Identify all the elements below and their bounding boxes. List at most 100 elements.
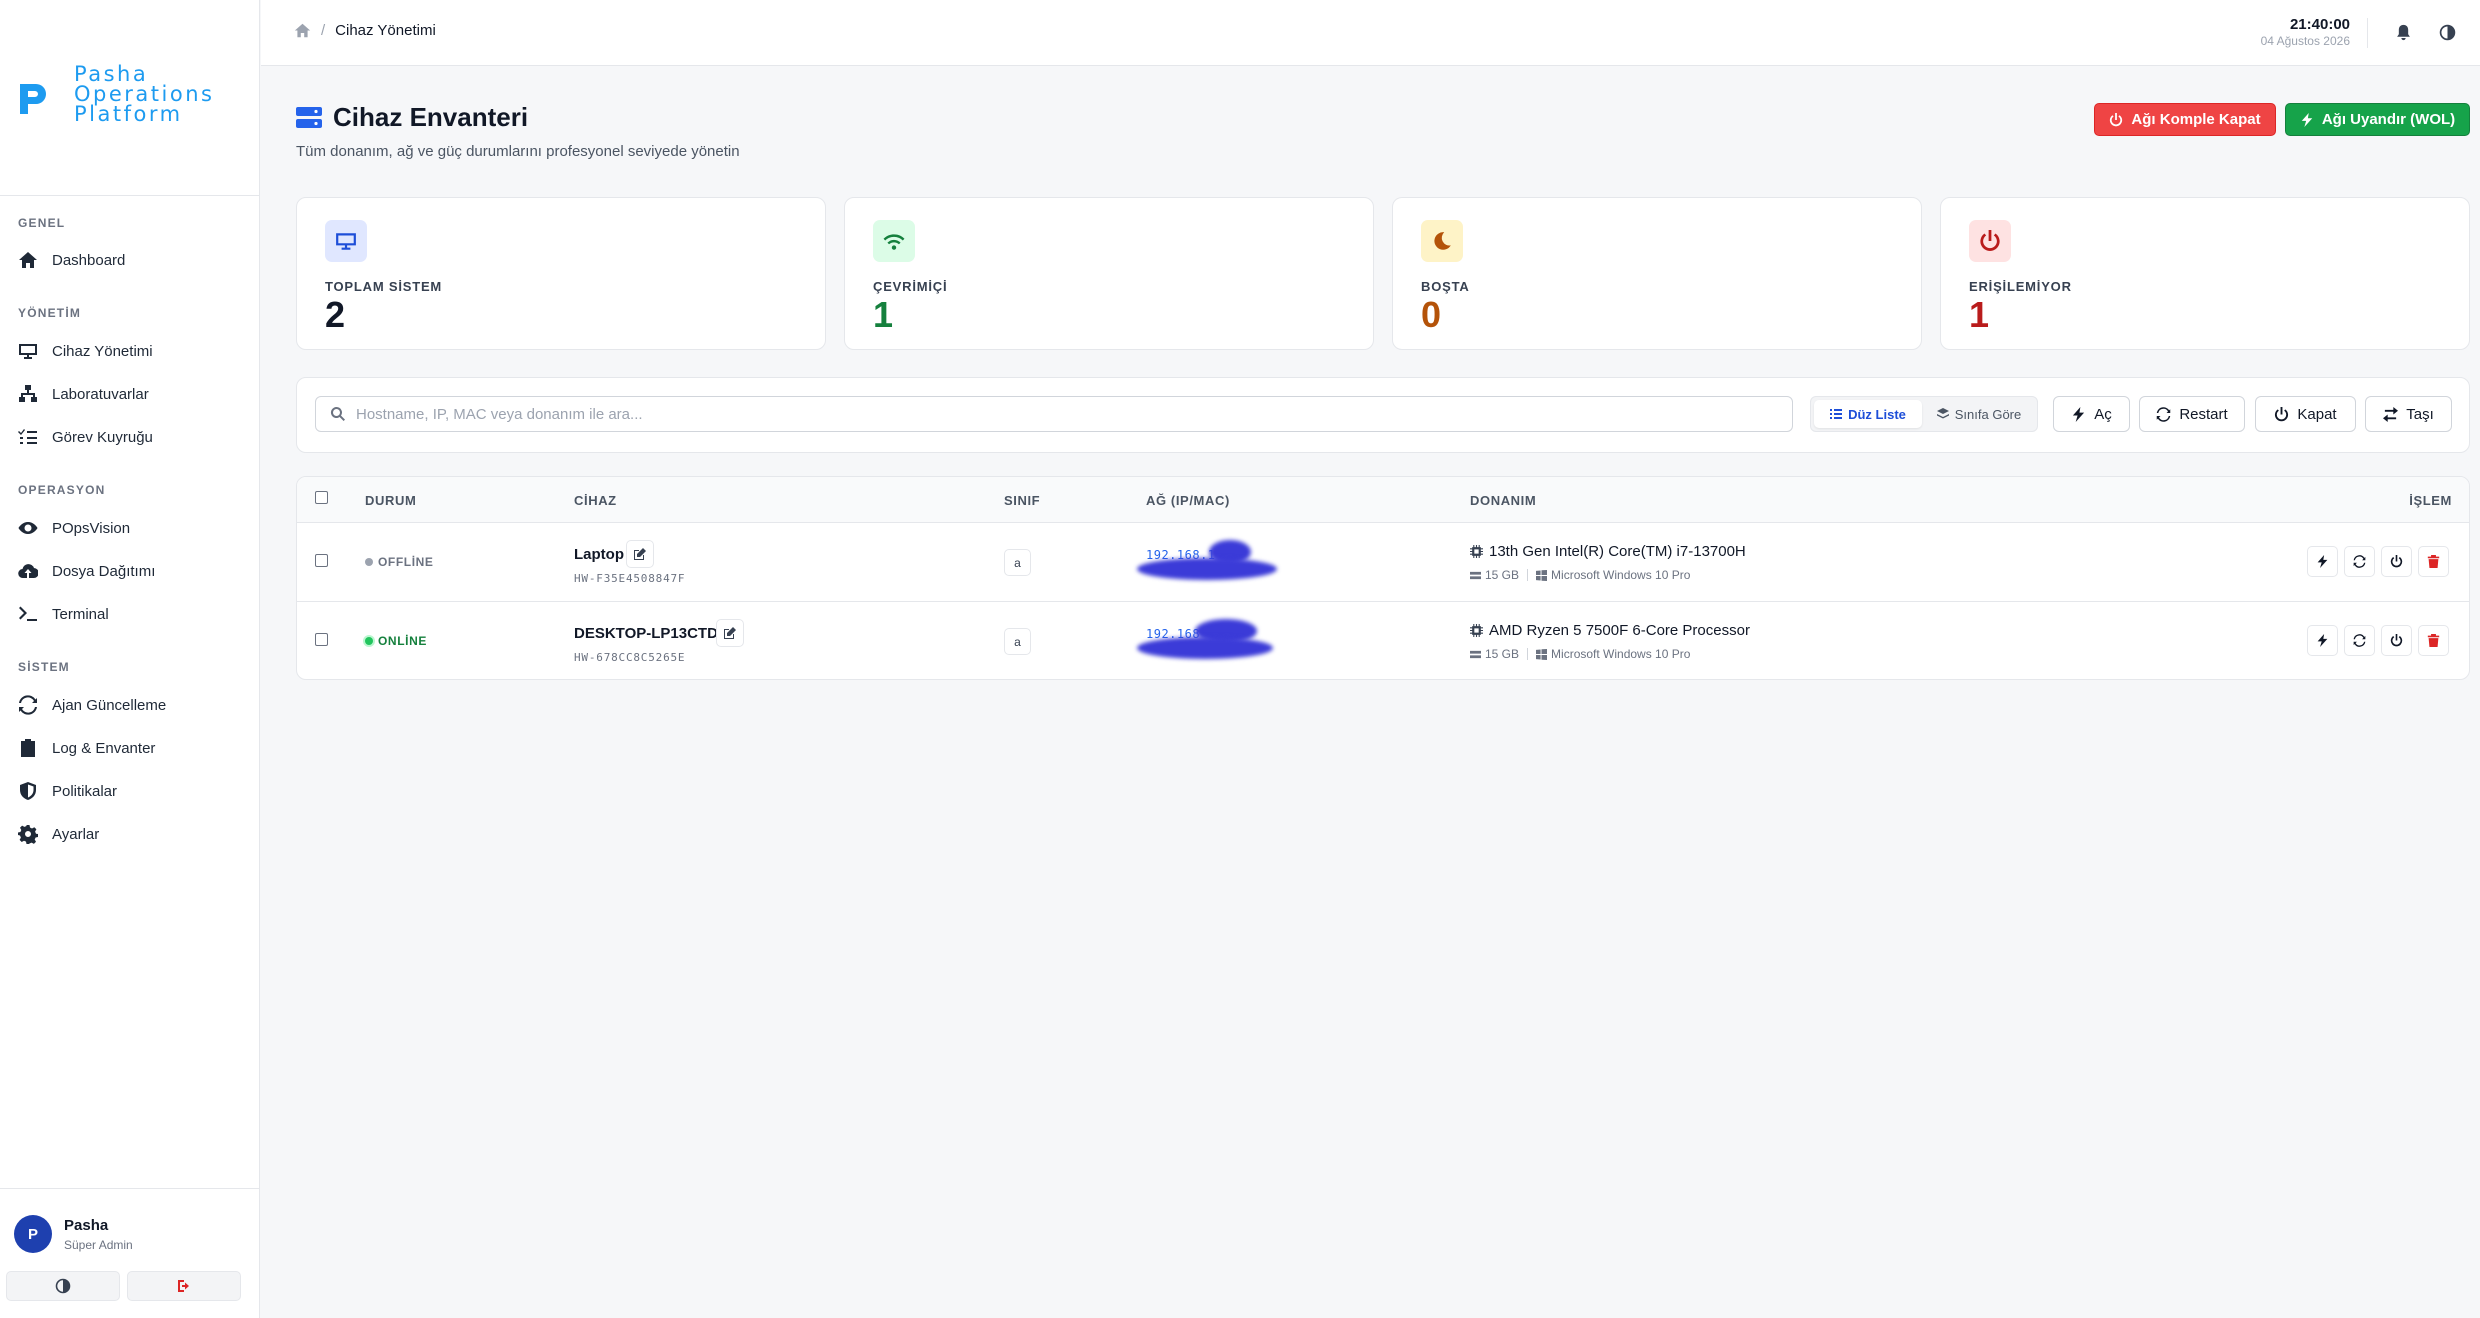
power-on-button[interactable]: Aç bbox=[2053, 396, 2130, 432]
sidebar-item-popsvision[interactable]: POpsVision bbox=[18, 511, 248, 545]
sidebar-item-dashboard[interactable]: Dashboard bbox=[18, 243, 248, 277]
breadcrumb-current: Cihaz Yönetimi bbox=[335, 22, 436, 39]
stat-card-unreachable: ERİŞİLEMİYOR 1 bbox=[1940, 197, 2470, 350]
bolt-icon bbox=[2317, 555, 2328, 568]
row-delete-button[interactable] bbox=[2418, 546, 2449, 577]
stat-icon-wrap bbox=[1969, 220, 2011, 262]
search-icon bbox=[330, 406, 345, 421]
contrast-icon bbox=[2439, 24, 2455, 40]
clock-date: 04 Ağustos 2026 bbox=[2260, 34, 2350, 48]
row-power-on-button[interactable] bbox=[2307, 625, 2338, 656]
meta-divider bbox=[1527, 569, 1529, 581]
brand-name: Pasha Operations Platform bbox=[74, 62, 215, 126]
status-dot bbox=[365, 558, 373, 566]
sidebar-item-gorev-kuyrugu[interactable]: Görev Kuyruğu bbox=[18, 420, 248, 454]
stat-label: ERİŞİLEMİYOR bbox=[1969, 279, 2072, 294]
row-power-on-button[interactable] bbox=[2307, 546, 2338, 577]
sidebar-item-log-envanter[interactable]: Log & Envanter bbox=[18, 731, 248, 765]
nav-section-sistem: SİSTEM bbox=[18, 660, 70, 674]
theme-toggle-button[interactable] bbox=[6, 1271, 120, 1301]
cpu-icon bbox=[1470, 624, 1483, 637]
sidebar-item-ayarlar[interactable]: Ayarlar bbox=[18, 817, 248, 851]
wake-on-lan-button[interactable]: Ağı Uyandır (WOL) bbox=[2285, 103, 2470, 136]
memory-icon bbox=[1470, 571, 1481, 579]
eye-icon bbox=[18, 522, 38, 534]
column-header-network[interactable]: AĞ (IP/MAC) bbox=[1146, 493, 1230, 508]
column-header-hardware[interactable]: DONANIM bbox=[1470, 493, 1536, 508]
row-power-off-button[interactable] bbox=[2381, 546, 2412, 577]
network-icon bbox=[19, 385, 37, 402]
device-name: DESKTOP-LP13CTD bbox=[574, 625, 718, 642]
brand-logo-icon bbox=[20, 84, 46, 114]
brand[interactable]: Pasha Operations Platform bbox=[0, 0, 259, 196]
column-header-actions: İŞLEM bbox=[2409, 493, 2452, 508]
memory-icon bbox=[1470, 650, 1481, 658]
shutdown-all-button[interactable]: Ağı Komple Kapat bbox=[2094, 103, 2276, 136]
sidebar-item-politikalar[interactable]: Politikalar bbox=[18, 774, 248, 808]
class-badge[interactable]: a bbox=[1004, 628, 1031, 655]
row-checkbox[interactable] bbox=[315, 554, 328, 567]
sidebar-item-cihaz-yonetimi[interactable]: Cihaz Yönetimi bbox=[18, 334, 248, 368]
device-cpu: 13th Gen Intel(R) Core(TM) i7-13700H bbox=[1470, 543, 1746, 560]
stat-value: 1 bbox=[1969, 294, 1990, 335]
stat-value: 0 bbox=[1421, 294, 1442, 335]
home-icon[interactable] bbox=[294, 22, 311, 39]
avatar[interactable]: P bbox=[14, 1215, 52, 1253]
class-badge[interactable]: a bbox=[1004, 549, 1031, 576]
edit-icon bbox=[634, 548, 646, 560]
select-all-checkbox[interactable] bbox=[315, 491, 328, 504]
restart-button[interactable]: Restart bbox=[2139, 396, 2245, 432]
sidebar-item-terminal[interactable]: Terminal bbox=[18, 597, 248, 631]
notifications-button[interactable] bbox=[2392, 21, 2414, 43]
power-icon bbox=[1980, 230, 2000, 251]
stat-icon-wrap bbox=[1421, 220, 1463, 262]
row-checkbox[interactable] bbox=[315, 633, 328, 646]
sidebar-item-dosya-dagitimi[interactable]: Dosya Dağıtımı bbox=[18, 554, 248, 588]
power-icon bbox=[2390, 634, 2403, 647]
view-class-button[interactable]: Sınıfa Göre bbox=[1925, 400, 2033, 428]
home-icon bbox=[19, 252, 37, 268]
search-input[interactable] bbox=[356, 405, 1756, 423]
view-list-button[interactable]: Düz Liste bbox=[1814, 400, 1922, 428]
move-button[interactable]: Taşı bbox=[2365, 396, 2452, 432]
bolt-icon bbox=[2317, 634, 2328, 647]
stat-label: BOŞTA bbox=[1421, 279, 1470, 294]
sync-icon bbox=[19, 695, 37, 715]
table-row[interactable]: ONLİNE DESKTOP-LP13CTD HW-678CC8C5265E a… bbox=[297, 603, 2469, 679]
list-icon bbox=[1830, 409, 1843, 419]
table-row[interactable]: OFFLİNE Laptop HW-F35E4508847F a 192.168… bbox=[297, 524, 2469, 602]
terminal-icon bbox=[19, 606, 37, 621]
device-name: Laptop bbox=[574, 546, 624, 563]
power-icon bbox=[2275, 406, 2289, 421]
power-off-button[interactable]: Kapat bbox=[2255, 396, 2356, 432]
device-hardware-meta: 15 GB Microsoft Windows 10 Pro bbox=[1470, 568, 1690, 582]
column-header-class[interactable]: SINIF bbox=[1004, 493, 1040, 508]
status-badge: OFFLİNE bbox=[365, 555, 434, 569]
edit-device-button[interactable] bbox=[716, 619, 744, 647]
column-header-device[interactable]: CİHAZ bbox=[574, 493, 617, 508]
row-restart-button[interactable] bbox=[2344, 625, 2375, 656]
sidebar: Pasha Operations Platform GENEL Dashboar… bbox=[0, 0, 260, 1318]
row-restart-button[interactable] bbox=[2344, 546, 2375, 577]
device-cpu: AMD Ryzen 5 7500F 6-Core Processor bbox=[1470, 622, 1750, 639]
device-hardware-meta: 15 GB Microsoft Windows 10 Pro bbox=[1470, 647, 1690, 661]
theme-toggle-topbar-button[interactable] bbox=[2436, 21, 2458, 43]
stat-card-online: ÇEVRİMİÇİ 1 bbox=[844, 197, 1374, 350]
bolt-icon bbox=[2073, 406, 2085, 422]
sidebar-item-ajan-guncelleme[interactable]: Ajan Güncelleme bbox=[18, 688, 248, 722]
page-title: Cihaz Envanteri bbox=[333, 102, 529, 132]
view-toggle: Düz Liste Sınıfa Göre bbox=[1810, 396, 2038, 432]
edit-device-button[interactable] bbox=[626, 540, 654, 568]
column-header-status[interactable]: DURUM bbox=[365, 493, 416, 508]
row-power-off-button[interactable] bbox=[2381, 625, 2412, 656]
device-hardware-id: HW-F35E4508847F bbox=[574, 572, 686, 585]
sidebar-item-laboratuvarlar[interactable]: Laboratuvarlar bbox=[18, 377, 248, 411]
logout-button[interactable] bbox=[127, 1271, 241, 1301]
row-delete-button[interactable] bbox=[2418, 625, 2449, 656]
user-block: P Pasha Süper Admin bbox=[0, 1188, 259, 1318]
wifi-icon bbox=[883, 234, 905, 250]
contrast-icon bbox=[55, 1278, 71, 1294]
device-table: DURUM CİHAZ SINIF AĞ (IP/MAC) DONANIM İŞ… bbox=[296, 476, 2470, 680]
stat-card-idle: BOŞTA 0 bbox=[1392, 197, 1922, 350]
windows-icon bbox=[1536, 648, 1548, 660]
